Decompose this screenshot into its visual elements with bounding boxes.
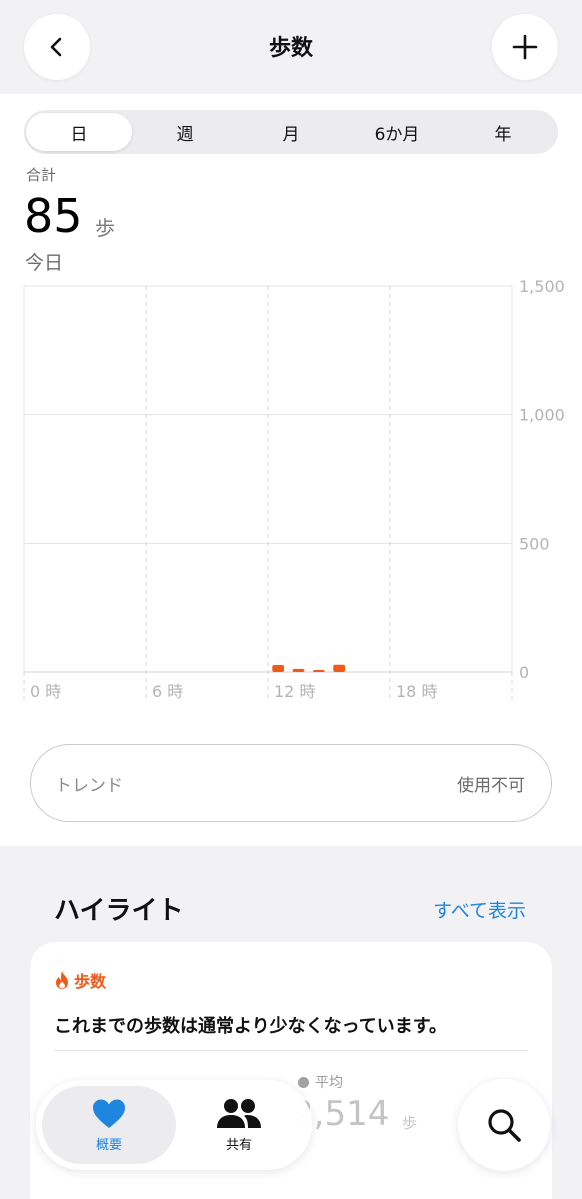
steps-chart[interactable]: 1,500 1,000 500 0 0 時 6 時 12 時 18 時 (0, 272, 582, 712)
x-tick-label: 18 時 (396, 682, 437, 701)
people-icon (217, 1098, 261, 1128)
x-tick-label: 12 時 (274, 682, 315, 701)
step-bar (292, 668, 305, 672)
highlight-category-label: 歩数 (74, 972, 107, 991)
average-label: 平均 (298, 1072, 343, 1092)
total-unit: 歩 (95, 216, 115, 240)
step-bar (333, 664, 346, 672)
y-tick-label: 1,000 (519, 406, 565, 425)
x-tick-label: 6 時 (152, 682, 183, 701)
heart-icon (93, 1099, 125, 1128)
tab-sharing-label: 共有 (225, 1137, 252, 1153)
highlights-title: ハイライト (54, 896, 184, 926)
tab-summary[interactable]: 概要 (42, 1086, 176, 1164)
segment-year[interactable]: 年 (450, 113, 556, 151)
add-button[interactable] (492, 14, 558, 80)
show-all-link[interactable]: すべて表示 (433, 896, 526, 923)
plus-icon (512, 34, 538, 60)
tab-sharing[interactable]: 共有 (172, 1086, 306, 1164)
period-segmented-control: 日 週 月 6か月 年 (24, 110, 558, 154)
trend-value: 使用不可 (457, 776, 525, 796)
nav-header: 歩数 (0, 0, 582, 94)
y-tick-label: 0 (519, 663, 529, 682)
segment-day[interactable]: 日 (26, 113, 132, 151)
y-tick-label: 1,500 (519, 277, 565, 296)
average-label-text: 平均 (315, 1075, 343, 1091)
trend-label: トレンド (55, 776, 123, 796)
divider (54, 1050, 528, 1051)
step-bar (272, 665, 285, 672)
total-value: 85 (24, 189, 83, 243)
y-tick-label: 500 (519, 534, 550, 553)
gray-dot-icon (298, 1076, 309, 1088)
segment-month[interactable]: 月 (238, 113, 344, 151)
tab-summary-label: 概要 (95, 1137, 122, 1153)
x-tick-label: 0 時 (30, 682, 61, 701)
average-unit: 歩 (402, 1114, 418, 1132)
tab-bar: 概要 共有 (36, 1080, 312, 1170)
segment-6-months[interactable]: 6か月 (344, 113, 450, 151)
step-bar (312, 669, 325, 672)
search-icon (488, 1109, 521, 1142)
total-label: 合計 (26, 166, 57, 184)
flame-icon (56, 971, 68, 989)
highlight-category: 歩数 (54, 968, 106, 992)
date-label: 今日 (25, 252, 64, 274)
trend-row[interactable]: トレンド 使用不可 (30, 744, 552, 822)
segment-week[interactable]: 週 (132, 113, 238, 151)
highlight-text: これまでの歩数は通常より少なくなっています。 (54, 1016, 447, 1037)
search-button[interactable] (458, 1079, 550, 1171)
